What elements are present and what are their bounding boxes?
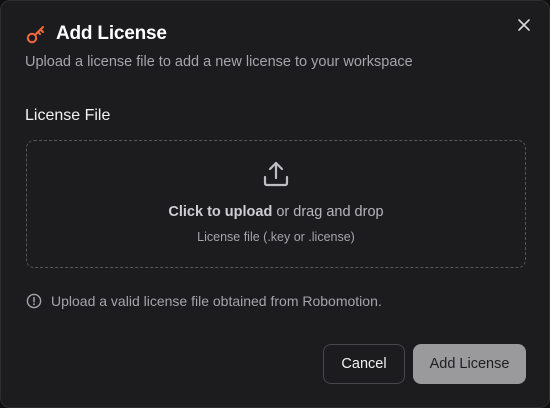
dialog-title: Add License (56, 23, 167, 44)
license-file-dropzone[interactable]: Click to upload or drag and drop License… (26, 140, 526, 268)
info-icon (26, 293, 42, 309)
add-license-dialog: Add License Upload a license file to add… (0, 0, 550, 408)
upload-icon (261, 159, 291, 189)
add-license-button[interactable]: Add License (413, 344, 526, 384)
close-icon (517, 18, 531, 32)
dialog-header: Add License (25, 23, 167, 45)
close-button[interactable] (513, 14, 535, 36)
dropzone-instructions: Click to upload or drag and drop (168, 204, 383, 220)
info-text: Upload a valid license file obtained fro… (51, 293, 382, 309)
dialog-subtitle: Upload a license file to add a new licen… (25, 54, 413, 70)
cancel-button[interactable]: Cancel (323, 344, 405, 384)
drag-drop-text: or drag and drop (272, 204, 384, 220)
key-icon (25, 23, 47, 45)
file-type-hint: License file (.key or .license) (197, 230, 355, 244)
click-to-upload-link[interactable]: Click to upload (168, 204, 272, 220)
info-note: Upload a valid license file obtained fro… (26, 293, 382, 309)
license-file-label: License File (25, 107, 111, 124)
